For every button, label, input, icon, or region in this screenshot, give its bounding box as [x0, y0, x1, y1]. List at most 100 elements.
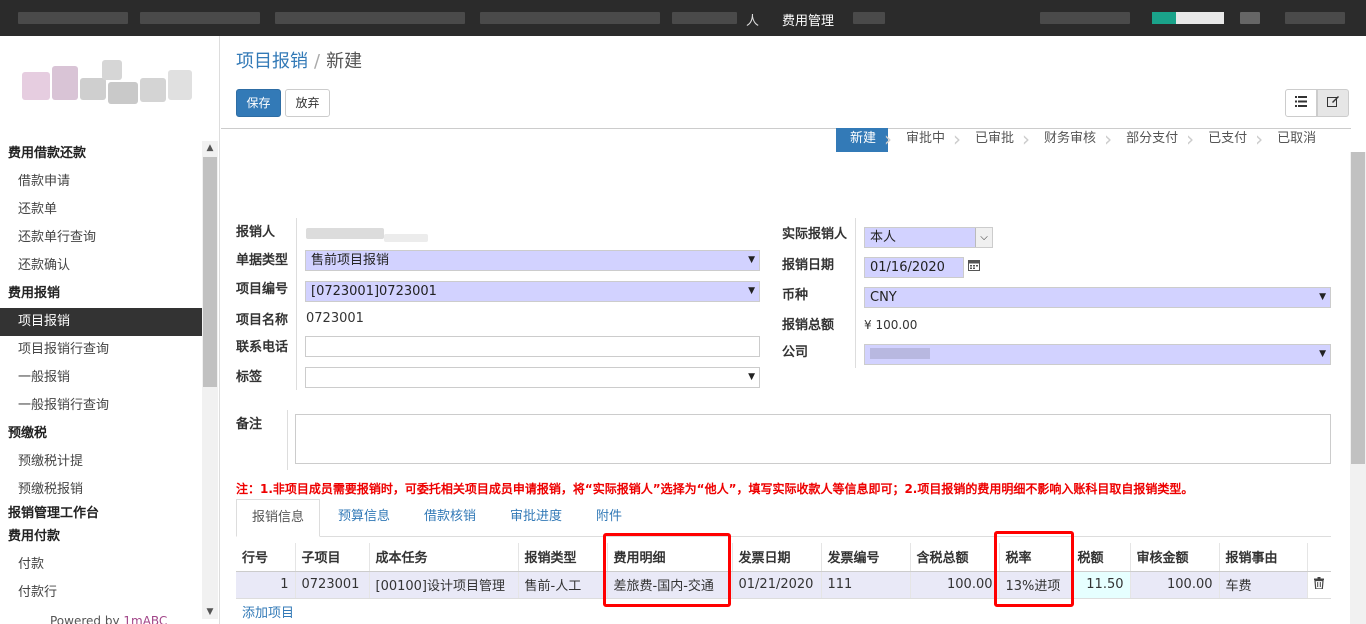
col-expense-type[interactable]: 报销类型 [518, 543, 608, 572]
col-reason[interactable]: 报销事由 [1219, 543, 1308, 572]
cell-total-incl-tax[interactable]: 100.00 [910, 571, 1000, 599]
tab-loan-writeoff[interactable]: 借款核销 [409, 499, 491, 537]
col-cost-task[interactable]: 成本任务 [369, 543, 519, 572]
top-menu-hr[interactable]: 人 [746, 10, 759, 29]
cell-sub-project[interactable]: 0723001 [295, 571, 370, 599]
doc-type-select[interactable]: 售前项目报销 ▼ [305, 250, 760, 271]
cell-tax-amount[interactable]: 11.50 [1071, 571, 1131, 599]
status-step-label: 财务审核 [1044, 131, 1097, 146]
company-label: 公司 [782, 345, 809, 360]
breadcrumb-current: 新建 [326, 51, 363, 72]
project-code-select[interactable]: [0723001]0723001 ▼ [305, 281, 760, 302]
form-view-button[interactable] [1317, 89, 1349, 117]
top-menu-expense[interactable]: 费用管理 [782, 10, 834, 29]
currency-label: 币种 [782, 288, 809, 303]
discard-button[interactable]: 放弃 [285, 89, 330, 117]
sidebar-item[interactable]: 借款申请 [0, 168, 202, 196]
sidebar-item[interactable]: 预缴税报销 [0, 476, 202, 504]
sidebar-item[interactable]: 付款行 [0, 579, 202, 607]
status-step[interactable]: 已审批 › [957, 128, 1030, 152]
tab-budget-info[interactable]: 预算信息 [323, 499, 405, 537]
notebook-tabs: 报销信息 预算信息 借款核销 审批进度 附件 [236, 499, 1331, 537]
cell-invoice-no[interactable]: 111 [821, 571, 911, 599]
col-line-no[interactable]: 行号 [236, 543, 296, 572]
powered-by-brand[interactable]: 1mABC [123, 614, 167, 624]
status-step-label: 已审批 [975, 131, 1015, 146]
company-select[interactable]: ▼ [864, 344, 1331, 365]
project-code-value: [0723001]0723001 [311, 284, 437, 299]
status-bar: 新建 › 审批中 › 已审批 › 财务审核 › 部分支付 › 已支付 › 已取消 [836, 128, 1328, 152]
col-invoice-no[interactable]: 发票编号 [821, 543, 911, 572]
reporter-value [384, 234, 428, 242]
table-row[interactable]: 1 0723001 [00100]设计项目管理 售前-人工 差旅费-国内-交通 … [236, 571, 1331, 599]
sidebar-item[interactable]: 还款单行查询 [0, 224, 202, 252]
col-expense-detail[interactable]: 费用明细 [607, 543, 733, 572]
col-approved-amount[interactable]: 审核金额 [1130, 543, 1220, 572]
date-input[interactable]: 01/16/2020 [864, 257, 964, 278]
cell-cost-task[interactable]: [00100]设计项目管理 [369, 571, 519, 599]
tab-expense-info[interactable]: 报销信息 [236, 499, 321, 537]
reporter-label: 报销人 [236, 225, 276, 240]
trash-icon [1314, 576, 1325, 590]
doc-type-label: 单据类型 [236, 253, 289, 268]
save-button[interactable]: 保存 [236, 89, 281, 117]
cell-expense-type[interactable]: 售前-人工 [518, 571, 608, 599]
status-step[interactable]: 已支付 › [1190, 128, 1263, 152]
caret-down-icon: ▼ [748, 255, 755, 265]
breadcrumb-separator: / [314, 51, 321, 72]
scroll-down-icon[interactable]: ▼ [202, 605, 218, 619]
remark-textarea[interactable] [295, 414, 1331, 464]
scrollbar-thumb[interactable] [203, 157, 217, 387]
total-value: ¥ 100.00 [864, 318, 918, 332]
sidebar-item[interactable]: 付款 [0, 551, 202, 579]
caret-down-icon: ▼ [748, 372, 755, 382]
status-step[interactable]: 已取消 [1259, 128, 1328, 152]
tab-approval-progress[interactable]: 审批进度 [495, 499, 577, 537]
group-divider [855, 218, 856, 368]
breadcrumb-parent[interactable]: 项目报销 [236, 51, 308, 72]
blurred-menu [18, 12, 128, 24]
col-invoice-date[interactable]: 发票日期 [732, 543, 822, 572]
currency-value: CNY [870, 290, 897, 305]
col-sub-project[interactable]: 子项目 [295, 543, 370, 572]
cell-invoice-date[interactable]: 01/21/2020 [732, 571, 822, 599]
sidebar-group-header: 预缴税 [8, 426, 48, 441]
currency-select[interactable]: CNY ▼ [864, 287, 1331, 308]
status-step[interactable]: 部分支付 › [1108, 128, 1194, 152]
sidebar-item[interactable]: 还款确认 [0, 252, 202, 280]
tags-select[interactable]: ▼ [305, 367, 760, 388]
status-step-label: 部分支付 [1126, 131, 1179, 146]
blurred-menu [1285, 12, 1345, 24]
cell-tax-rate[interactable]: 13%进项 [999, 571, 1072, 599]
status-step[interactable]: 新建 › [836, 128, 892, 152]
actual-reporter-select[interactable]: 本人 ⌵ [864, 227, 993, 248]
scroll-up-icon[interactable]: ▲ [202, 141, 218, 155]
col-tax-amount[interactable]: 税额 [1071, 543, 1131, 572]
group-divider [287, 410, 288, 470]
total-label: 报销总额 [782, 318, 835, 333]
cell-reason[interactable]: 车费 [1219, 571, 1308, 599]
cell-expense-detail[interactable]: 差旅费-国内-交通 [607, 571, 733, 599]
status-step[interactable]: 审批中 › [888, 128, 961, 152]
sidebar-item[interactable]: 项目报销 [0, 308, 202, 336]
add-line-link[interactable]: 添加项目 [242, 602, 294, 621]
list-view-button[interactable] [1285, 89, 1317, 117]
sidebar-item[interactable]: 一般报销 [0, 364, 202, 392]
sidebar-scrollbar[interactable]: ▲ ▼ [202, 141, 218, 619]
col-tax-rate[interactable]: 税率 [999, 543, 1072, 572]
col-total-incl-tax[interactable]: 含税总额 [910, 543, 1000, 572]
delete-row-button[interactable] [1307, 571, 1331, 599]
calendar-icon[interactable] [968, 259, 980, 274]
sidebar-item[interactable]: 一般报销行查询 [0, 392, 202, 420]
cell-approved-amount[interactable]: 100.00 [1130, 571, 1220, 599]
main-scrollbar[interactable] [1350, 152, 1366, 624]
sidebar-item[interactable]: 预缴税计提 [0, 448, 202, 476]
status-step[interactable]: 财务审核 › [1026, 128, 1112, 152]
sidebar-item[interactable]: 还款单 [0, 196, 202, 224]
sidebar-item[interactable]: 项目报销行查询 [0, 336, 202, 364]
tab-attachments[interactable]: 附件 [581, 499, 637, 537]
powered-by: Powered by 1mABC [50, 614, 167, 624]
sidebar: 费用借款还款 借款申请 还款单 还款单行查询 还款确认 费用报销 项目报销 项目报销行查询 一般… [0, 36, 220, 624]
scrollbar-thumb[interactable] [1351, 152, 1365, 464]
phone-input[interactable] [305, 336, 760, 357]
